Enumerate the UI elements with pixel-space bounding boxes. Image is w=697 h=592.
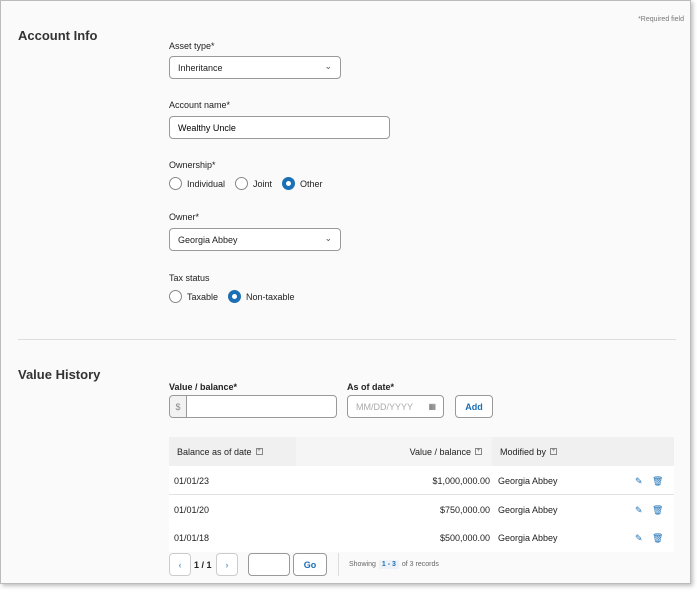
prev-page-button[interactable]: ‹	[169, 553, 191, 576]
account-name-label: Account name*	[169, 100, 231, 110]
tax-status-label: Tax status	[169, 273, 210, 283]
sort-icon: +	[475, 448, 482, 455]
edit-icon[interactable]: ✎	[635, 476, 643, 487]
ownership-label: Ownership*	[169, 160, 216, 170]
page-indicator: 1 / 1	[194, 560, 212, 570]
ownership-joint-radio[interactable]: Joint	[235, 177, 272, 190]
sort-icon: +	[255, 448, 263, 455]
ownership-radio-group: Individual Joint Other	[169, 177, 333, 190]
section-title-account-info: Account Info	[18, 28, 98, 43]
column-header-modified-by[interactable]: Modified by +	[492, 437, 620, 466]
account-name-input[interactable]	[169, 116, 390, 139]
delete-icon[interactable]: 🗑	[652, 533, 663, 544]
go-button[interactable]: Go	[293, 553, 327, 576]
table-row: 01/01/20 $750,000.00 Georgia Abbey ✎ 🗑	[169, 495, 674, 524]
pagination-divider	[338, 553, 339, 576]
next-page-button[interactable]: ›	[216, 553, 238, 576]
chevron-down-icon: ⌄	[324, 233, 332, 243]
calendar-icon: ▦	[428, 402, 436, 411]
column-header-date[interactable]: Balance as of date +	[169, 437, 296, 466]
value-balance-input[interactable]: $	[169, 395, 337, 418]
as-of-date-input[interactable]: MM/DD/YYYY ▦	[347, 395, 444, 418]
column-header-actions	[620, 437, 674, 466]
delete-icon[interactable]: 🗑	[652, 476, 663, 487]
edit-icon[interactable]: ✎	[635, 505, 643, 516]
date-placeholder: MM/DD/YYYY	[356, 401, 414, 412]
tax-status-nontaxable-radio[interactable]: Non-taxable	[228, 290, 295, 303]
account-form: *Required field Account Info Asset type*…	[0, 0, 691, 584]
ownership-other-radio[interactable]: Other	[282, 177, 323, 190]
owner-select[interactable]: Georgia Abbey ⌄	[169, 228, 341, 251]
as-of-date-label: As of date*	[347, 382, 395, 392]
asset-type-select[interactable]: Inheritance ⌄	[169, 56, 341, 79]
column-header-value[interactable]: Value / balance +	[296, 437, 492, 466]
owner-label: Owner*	[169, 212, 200, 222]
page-number-input[interactable]	[248, 553, 290, 576]
tax-status-radio-group: Taxable Non-taxable	[169, 290, 305, 303]
records-summary: Showing 1 - 3 of 3 records	[349, 560, 439, 569]
section-divider	[18, 339, 676, 340]
owner-value: Georgia Abbey	[178, 234, 238, 245]
tax-status-taxable-radio[interactable]: Taxable	[169, 290, 218, 303]
edit-icon[interactable]: ✎	[635, 533, 643, 544]
add-button[interactable]: Add	[455, 395, 493, 418]
delete-icon[interactable]: 🗑	[652, 505, 663, 516]
required-note: *Required field	[638, 16, 684, 23]
sort-icon: +	[550, 448, 558, 455]
value-balance-label: Value / balance*	[169, 382, 238, 392]
asset-type-value: Inheritance	[178, 62, 223, 73]
section-title-value-history: Value History	[18, 367, 101, 382]
table-row: 01/01/18 $500,000.00 Georgia Abbey ✎ 🗑	[169, 523, 674, 552]
ownership-individual-radio[interactable]: Individual	[169, 177, 225, 190]
asset-type-label: Asset type*	[169, 41, 215, 51]
table-row: 01/01/23 $1,000,000.00 Georgia Abbey ✎ 🗑	[169, 466, 674, 495]
chevron-down-icon: ⌄	[324, 61, 332, 71]
currency-prefix: $	[170, 396, 187, 417]
